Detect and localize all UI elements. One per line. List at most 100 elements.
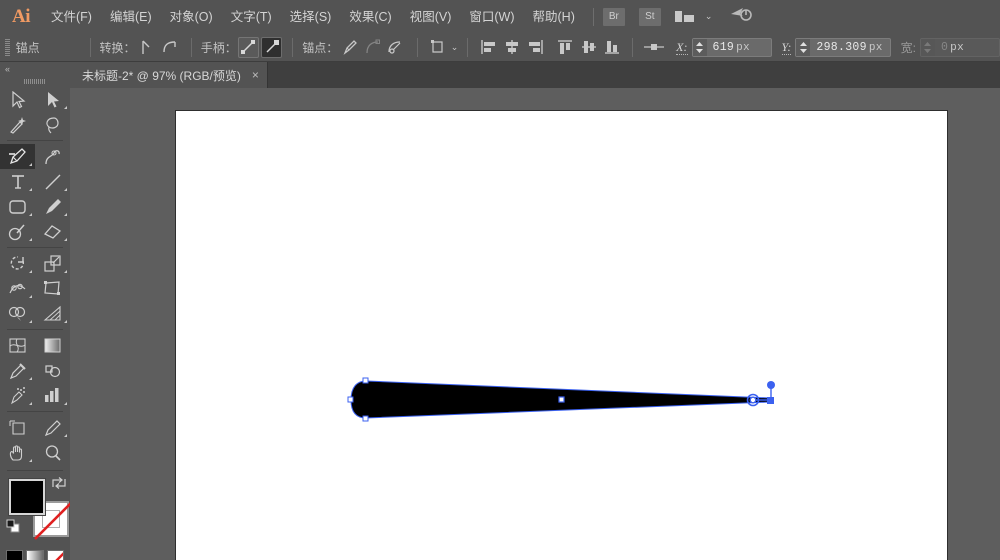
y-value[interactable]: 298.309 px bbox=[810, 41, 889, 54]
color-swatches bbox=[0, 475, 72, 547]
transform-shape-icon[interactable] bbox=[428, 37, 449, 58]
line-segment-tool[interactable] bbox=[35, 169, 70, 194]
color-mode-button[interactable] bbox=[6, 550, 24, 560]
anchors-label: 锚点： bbox=[302, 40, 339, 55]
column-graph-tool[interactable] bbox=[35, 383, 70, 408]
shape-builder-tool[interactable] bbox=[0, 301, 35, 326]
hand-tool[interactable] bbox=[0, 440, 35, 465]
menu-select[interactable]: 选择(S) bbox=[281, 5, 341, 29]
swap-fill-stroke-icon[interactable] bbox=[51, 476, 67, 495]
tool-flyout-indicator bbox=[64, 238, 67, 241]
tool-flyout-indicator bbox=[29, 188, 32, 191]
align-bottom-icon[interactable] bbox=[601, 37, 622, 58]
document-tab-title: 未标题-2* @ 97% (RGB/预览) bbox=[82, 68, 241, 83]
blend-tool[interactable] bbox=[35, 358, 70, 383]
bridge-button[interactable]: Br bbox=[602, 7, 625, 26]
document-tab-bar: 未标题-2* @ 97% (RGB/预览) × bbox=[58, 62, 1000, 88]
symbol-sprayer-tool[interactable] bbox=[0, 383, 35, 408]
menu-window[interactable]: 窗口(W) bbox=[460, 5, 523, 29]
mesh-tool[interactable] bbox=[0, 333, 35, 358]
artboard[interactable] bbox=[176, 111, 947, 560]
chevron-down-icon[interactable]: ⌄ bbox=[705, 11, 713, 22]
x-field[interactable]: 619 px bbox=[691, 37, 772, 57]
cut-path-icon[interactable] bbox=[386, 37, 407, 58]
align-left-icon[interactable] bbox=[478, 37, 499, 58]
tool-flyout-indicator bbox=[64, 188, 67, 191]
default-fill-stroke-icon[interactable] bbox=[6, 519, 20, 538]
chevron-down-icon[interactable]: ⌄ bbox=[451, 42, 459, 53]
shaper-tool[interactable] bbox=[0, 219, 35, 244]
lasso-tool[interactable] bbox=[35, 112, 70, 137]
tool-flyout-indicator bbox=[29, 213, 32, 216]
workspace-layout-icon[interactable] bbox=[674, 11, 694, 22]
control-bar: 锚点 转换： 手柄： 锚点： ⌄ X: 619 px Y: 298.309 px… bbox=[0, 33, 1000, 62]
tool-flyout-indicator bbox=[64, 106, 67, 109]
magic-wand-tool[interactable] bbox=[0, 112, 35, 137]
search-adobe-icon[interactable] bbox=[730, 5, 753, 28]
width-tool[interactable] bbox=[0, 276, 35, 301]
connect-anchor-icon[interactable] bbox=[362, 37, 383, 58]
perspective-grid-tool[interactable] bbox=[35, 301, 70, 326]
menu-type[interactable]: 文字(T) bbox=[222, 5, 281, 29]
rectangle-tool[interactable] bbox=[0, 194, 35, 219]
x-stepper[interactable] bbox=[692, 38, 707, 56]
artboard-tool[interactable] bbox=[0, 415, 35, 440]
eyedropper-tool[interactable] bbox=[0, 358, 35, 383]
anchor-reference-icon[interactable] bbox=[643, 37, 665, 58]
align-horizontal-center-icon[interactable] bbox=[501, 37, 522, 58]
tools-panel-grip[interactable] bbox=[0, 76, 70, 87]
menu-effect[interactable]: 效果(C) bbox=[340, 5, 400, 29]
scale-tool[interactable] bbox=[35, 251, 70, 276]
tool-flyout-indicator bbox=[29, 402, 32, 405]
align-top-icon[interactable] bbox=[555, 37, 576, 58]
control-bar-title: 锚点 bbox=[15, 40, 40, 55]
x-value[interactable]: 619 px bbox=[707, 41, 771, 54]
paint-mode-buttons bbox=[0, 547, 70, 560]
convert-to-corner-icon[interactable] bbox=[137, 37, 158, 58]
menu-edit[interactable]: 编辑(E) bbox=[101, 5, 161, 29]
control-divider bbox=[190, 37, 192, 57]
close-icon[interactable]: × bbox=[252, 69, 259, 81]
eraser-tool[interactable] bbox=[35, 219, 70, 244]
remove-anchor-icon[interactable] bbox=[339, 37, 360, 58]
x-unit: px bbox=[736, 41, 750, 54]
menu-view[interactable]: 视图(V) bbox=[401, 5, 461, 29]
paintbrush-tool[interactable] bbox=[35, 194, 70, 219]
convert-to-smooth-icon[interactable] bbox=[160, 37, 181, 58]
illustrator-window: Ai 文件(F) 编辑(E) 对象(O) 文字(T) 选择(S) 效果(C) 视… bbox=[0, 0, 1000, 560]
width-field: 0 px bbox=[919, 37, 1000, 57]
align-right-icon[interactable] bbox=[524, 37, 545, 58]
menu-object[interactable]: 对象(O) bbox=[161, 5, 222, 29]
hide-handles-icon[interactable] bbox=[261, 36, 283, 58]
free-transform-tool[interactable] bbox=[35, 276, 70, 301]
direct-selection-tool[interactable] bbox=[35, 87, 70, 112]
y-field-label: Y: bbox=[781, 39, 792, 55]
curvature-tool[interactable] bbox=[35, 144, 70, 169]
show-handles-icon[interactable] bbox=[237, 36, 260, 58]
stock-button[interactable]: St bbox=[638, 7, 661, 26]
width-unit: px bbox=[950, 41, 964, 54]
menu-help[interactable]: 帮助(H) bbox=[524, 5, 584, 29]
gradient-mode-button[interactable] bbox=[26, 550, 44, 560]
tool-flyout-indicator bbox=[64, 402, 67, 405]
tool-flyout-indicator bbox=[29, 295, 32, 298]
canvas-area[interactable] bbox=[70, 88, 1000, 560]
document-tab[interactable]: 未标题-2* @ 97% (RGB/预览) × bbox=[70, 62, 268, 88]
rotate-tool[interactable] bbox=[0, 251, 35, 276]
zoom-tool[interactable] bbox=[35, 440, 70, 465]
none-mode-button[interactable] bbox=[46, 550, 64, 560]
menu-file[interactable]: 文件(F) bbox=[42, 5, 101, 29]
control-bar-grip[interactable] bbox=[5, 38, 10, 56]
fill-color-swatch[interactable] bbox=[8, 478, 46, 516]
selection-tool[interactable] bbox=[0, 87, 35, 112]
y-field[interactable]: 298.309 px bbox=[795, 37, 891, 57]
slice-tool[interactable] bbox=[35, 415, 70, 440]
y-stepper[interactable] bbox=[796, 38, 811, 56]
type-tool[interactable] bbox=[0, 169, 35, 194]
tools-grid bbox=[0, 87, 70, 465]
pen-tool[interactable] bbox=[0, 144, 35, 169]
collapse-panel-icon[interactable]: « bbox=[0, 62, 70, 76]
gradient-tool[interactable] bbox=[35, 333, 70, 358]
convert-label: 转换： bbox=[99, 40, 136, 55]
align-vertical-center-icon[interactable] bbox=[578, 37, 599, 58]
